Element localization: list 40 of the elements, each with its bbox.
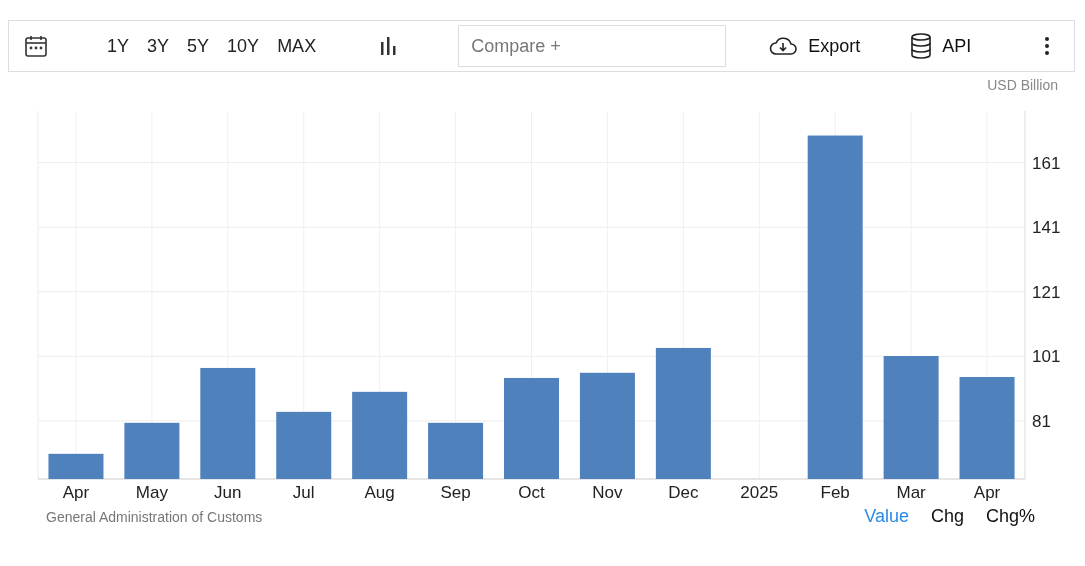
axis-label: 81 <box>1032 411 1051 431</box>
axis-label: Oct <box>518 483 545 502</box>
source-text: General Administration of Customs <box>46 508 263 525</box>
compare-field[interactable]: Compare + <box>458 25 727 67</box>
axis-label: Jul <box>292 483 315 502</box>
bar <box>48 453 104 479</box>
api-button[interactable]: API <box>910 33 972 59</box>
axis-label: Mar <box>896 483 926 502</box>
bar <box>276 411 332 479</box>
bar <box>428 422 484 479</box>
range-button[interactable]: 5Y <box>180 31 217 61</box>
cloud-download-icon <box>768 36 799 56</box>
unit-label: USD Billion <box>987 77 1058 93</box>
axis-label: Jun <box>214 483 242 502</box>
axis-label: 141 <box>1032 218 1061 238</box>
axis-label: 101 <box>1032 347 1061 367</box>
database-icon <box>910 33 933 59</box>
range-button[interactable]: MAX <box>270 31 324 61</box>
view-tab[interactable]: Chg <box>926 506 968 527</box>
more-icon[interactable] <box>1044 36 1050 56</box>
range-button[interactable]: 1Y <box>100 31 137 61</box>
axis-label: Nov <box>592 483 623 502</box>
axis-label: 121 <box>1032 282 1061 302</box>
axis-label: Feb <box>820 483 850 502</box>
bar <box>124 422 180 479</box>
axis-label: 2025 <box>740 483 779 502</box>
range-button[interactable]: 10Y <box>220 31 267 61</box>
bar-chart-icon[interactable] <box>379 37 398 55</box>
view-tab[interactable]: Value <box>860 506 913 527</box>
axis-label: 161 <box>1032 153 1061 173</box>
axis-label: Aug <box>364 483 395 502</box>
export-button[interactable]: Export <box>768 35 861 57</box>
range-button[interactable]: 3Y <box>140 31 177 61</box>
view-tab[interactable]: Chg% <box>981 506 1039 527</box>
axis-label: Apr <box>973 483 1001 502</box>
calendar-icon[interactable] <box>24 34 48 58</box>
axis-label: Apr <box>62 483 90 502</box>
axis-label: May <box>135 483 168 502</box>
axis-label: Sep <box>440 483 471 502</box>
axis-label: Dec <box>668 483 699 502</box>
